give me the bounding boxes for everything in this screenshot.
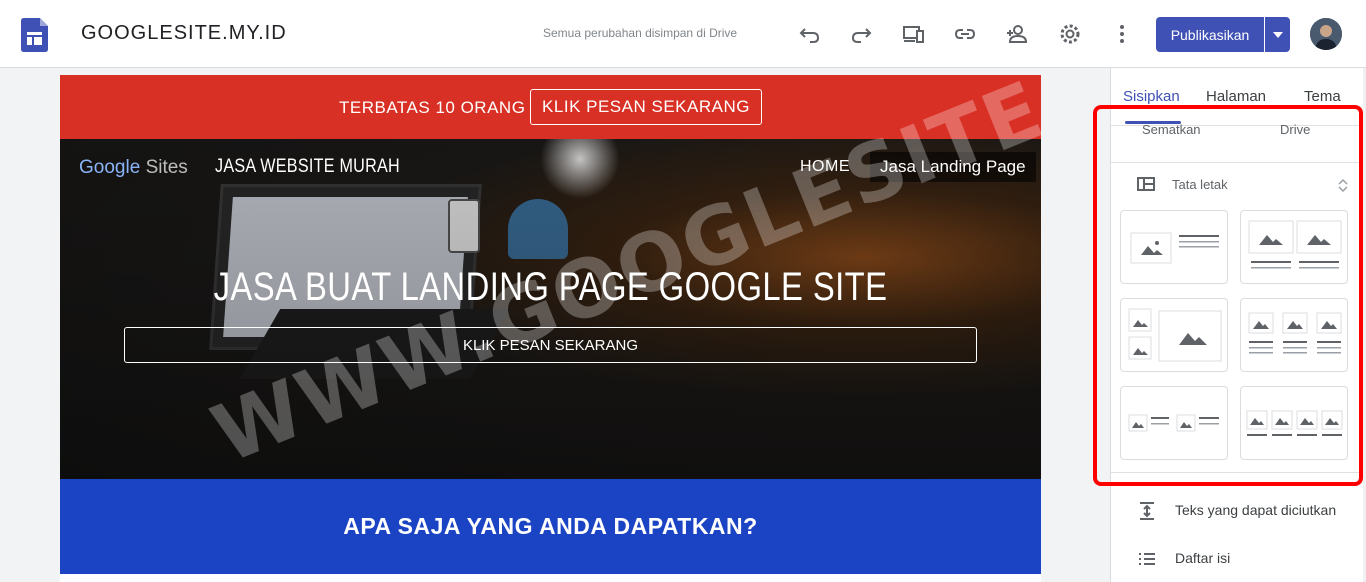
banner-order-button[interactable]: KLIK PESAN SEKARANG: [530, 89, 762, 125]
logo-sites: Sites: [145, 157, 188, 178]
publish-dropdown-button[interactable]: [1265, 17, 1290, 52]
drive-item[interactable]: Drive: [1280, 122, 1310, 137]
table-of-contents-icon: [1137, 549, 1157, 569]
site-title[interactable]: GOOGLESITE.MY.ID: [81, 22, 287, 45]
image-text-layout-icon: [1130, 232, 1219, 264]
collage-layout-icon: [1128, 308, 1222, 362]
two-image-layout-icon: [1248, 220, 1342, 269]
layout-tile-3[interactable]: [1120, 298, 1228, 372]
hero-title: JASA BUAT LANDING PAGE GOOGLE SITE: [213, 265, 888, 309]
settings-icon[interactable]: [1058, 22, 1082, 46]
collapsible-text-option[interactable]: Teks yang dapat diciutkan: [1111, 491, 1366, 531]
insert-panel: Sisipkan Halaman Tema Sematkan Drive Tat…: [1110, 68, 1366, 582]
save-status: Semua perubahan disimpan di Drive: [543, 26, 738, 40]
embed-item[interactable]: Sematkan: [1142, 122, 1201, 137]
collapsible-text-icon: [1137, 501, 1157, 521]
avatar[interactable]: [1310, 18, 1342, 50]
benefits-section[interactable]: APA SAJA YANG ANDA DAPATKAN?: [60, 479, 1041, 574]
layout-icon: [1137, 177, 1155, 191]
layout-tile-1[interactable]: [1120, 210, 1228, 284]
four-column-layout-icon: [1246, 410, 1343, 436]
layout-tile-4[interactable]: [1240, 298, 1348, 372]
tab-tema[interactable]: Tema: [1304, 88, 1341, 105]
layout-tile-2[interactable]: [1240, 210, 1348, 284]
undo-icon[interactable]: [798, 22, 822, 46]
link-icon[interactable]: [953, 22, 977, 46]
hero-section[interactable]: Google Sites JASA WEBSITE MURAH HOME Jas…: [60, 139, 1041, 479]
publish-button[interactable]: Publikasikan: [1156, 17, 1264, 52]
nav-item-landing-page[interactable]: Jasa Landing Page: [870, 152, 1036, 182]
chevron-down-icon: [1272, 31, 1283, 38]
page-canvas: TERBATAS 10 ORANG KLIK PESAN SEKARANG Go…: [60, 75, 1041, 582]
preview-icon[interactable]: [901, 22, 925, 46]
nav-item-home[interactable]: HOME: [800, 158, 850, 176]
three-column-layout-icon: [1248, 312, 1342, 354]
table-of-contents-option[interactable]: Daftar isi: [1111, 539, 1366, 579]
top-bar: GOOGLESITE.MY.ID Semua perubahan disimpa…: [0, 0, 1366, 68]
sites-logo-icon[interactable]: [21, 18, 48, 52]
promo-banner[interactable]: TERBATAS 10 ORANG KLIK PESAN SEKARANG: [60, 75, 1041, 139]
tab-sisipkan[interactable]: Sisipkan: [1123, 88, 1180, 105]
logo-google: Google: [79, 157, 141, 178]
layout-section-header[interactable]: Tata letak: [1172, 177, 1228, 192]
section-title: APA SAJA YANG ANDA DAPATKAN?: [343, 513, 758, 539]
banner-text: TERBATAS 10 ORANG: [339, 98, 526, 117]
two-item-inline-layout-icon: [1128, 414, 1219, 432]
redo-icon[interactable]: [849, 22, 873, 46]
layout-tile-5[interactable]: [1120, 386, 1228, 460]
google-sites-logo[interactable]: Google Sites: [79, 157, 188, 179]
collapsible-text-label: Teks yang dapat diciutkan: [1175, 502, 1337, 518]
share-icon[interactable]: [1005, 22, 1029, 46]
hero-brand[interactable]: JASA WEBSITE MURAH: [215, 156, 400, 178]
tab-halaman[interactable]: Halaman: [1206, 88, 1266, 105]
table-of-contents-label: Daftar isi: [1175, 550, 1231, 566]
layout-tile-6[interactable]: [1240, 386, 1348, 460]
more-icon[interactable]: [1110, 22, 1134, 46]
collapse-icon[interactable]: [1338, 178, 1348, 193]
hero-order-button[interactable]: KLIK PESAN SEKARANG: [124, 327, 977, 363]
